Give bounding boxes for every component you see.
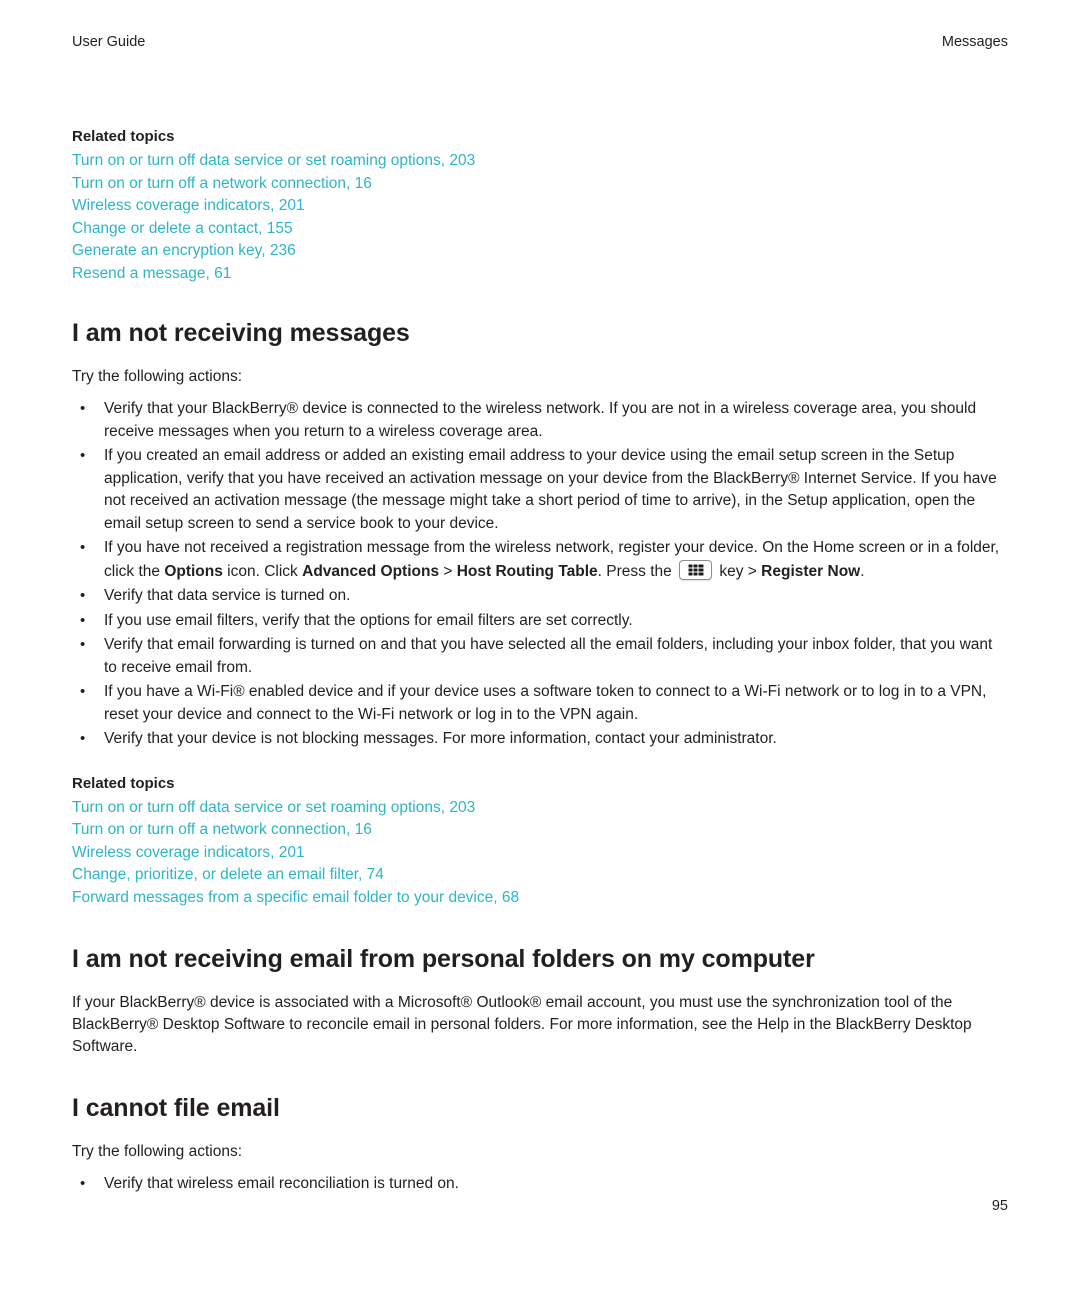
- section-heading-not-receiving-messages: I am not receiving messages: [72, 319, 410, 347]
- bullet-item: Verify that your device is not blocking …: [72, 728, 1008, 751]
- related-topic-link[interactable]: Turn on or turn off data service or set …: [72, 797, 1008, 820]
- registration-text-part4: . Press the: [597, 562, 677, 580]
- related-topics-block-top: Related topics Turn on or turn off data …: [72, 128, 1008, 285]
- options-label: Options: [164, 562, 223, 580]
- bullet-item: If you use email filters, verify that th…: [72, 610, 1008, 633]
- running-head: User Guide Messages: [72, 34, 1008, 50]
- bullet-item: If you have a Wi-Fi® enabled device and …: [72, 681, 1008, 726]
- registration-text-part3: >: [439, 562, 457, 580]
- related-topic-link[interactable]: Change, prioritize, or delete an email f…: [72, 864, 1008, 887]
- related-topics-heading: Related topics: [72, 128, 175, 145]
- registration-text-part2: icon. Click: [222, 562, 303, 580]
- related-topic-link[interactable]: Turn on or turn off a network connection…: [72, 819, 1008, 842]
- register-now-label: Register Now: [761, 562, 861, 580]
- section-paragraph: If your BlackBerry® device is associated…: [72, 994, 972, 1055]
- related-topic-link[interactable]: Generate an encryption key, 236: [72, 240, 1008, 263]
- page-number: 95: [991, 1198, 1008, 1214]
- related-topic-link[interactable]: Change or delete a contact, 155: [72, 218, 1008, 241]
- host-routing-table-label: Host Routing Table: [456, 562, 598, 580]
- bullet-item: Verify that email forwarding is turned o…: [72, 634, 1008, 679]
- bullet-item: Verify that wireless email reconciliatio…: [72, 1173, 1008, 1196]
- section-intro-text: Try the following actions:: [72, 368, 243, 385]
- troubleshooting-bullet-list: Verify that your BlackBerry® device is c…: [72, 398, 1008, 751]
- header-left-text: User Guide: [72, 34, 146, 50]
- menu-key-icon: [679, 559, 713, 580]
- document-page: User Guide Messages Related topics Turn …: [0, 0, 1080, 1296]
- page-content: Related topics Turn on or turn off data …: [72, 0, 1008, 1196]
- section-heading-personal-folders: I am not receiving email from personal f…: [72, 945, 815, 973]
- related-topic-link[interactable]: Turn on or turn off a network connection…: [72, 173, 1008, 196]
- menu-key-dots: [688, 564, 704, 575]
- bullet-item: Verify that your BlackBerry® device is c…: [72, 398, 1008, 443]
- bullet-item: Verify that data service is turned on.: [72, 585, 1008, 608]
- header-right-text: Messages: [941, 34, 1008, 50]
- section-heading-cannot-file-email: I cannot file email: [72, 1094, 280, 1122]
- related-topic-link[interactable]: Turn on or turn off data service or set …: [72, 150, 1008, 173]
- section-intro-text: Try the following actions:: [72, 1143, 243, 1160]
- related-topic-link[interactable]: Forward messages from a specific email f…: [72, 887, 1008, 910]
- advanced-options-label: Advanced Options: [302, 562, 440, 580]
- related-topics-link-list: Turn on or turn off data service or set …: [72, 150, 1008, 285]
- troubleshooting-bullet-list: Verify that wireless email reconciliatio…: [72, 1173, 1008, 1196]
- related-topics-link-list: Turn on or turn off data service or set …: [72, 797, 1008, 910]
- related-topics-block-section1: Related topics Turn on or turn off data …: [72, 775, 1008, 910]
- related-topic-link[interactable]: Wireless coverage indicators, 201: [72, 195, 1008, 218]
- related-topic-link[interactable]: Resend a message, 61: [72, 263, 1008, 286]
- bullet-item-registration: If you have not received a registration …: [72, 537, 1008, 583]
- related-topics-heading: Related topics: [72, 774, 175, 792]
- related-topic-link[interactable]: Wireless coverage indicators, 201: [72, 842, 1008, 865]
- registration-text-part5: key >: [715, 562, 762, 580]
- bullet-item: If you created an email address or added…: [72, 445, 1008, 535]
- registration-text-part6: .: [860, 562, 865, 580]
